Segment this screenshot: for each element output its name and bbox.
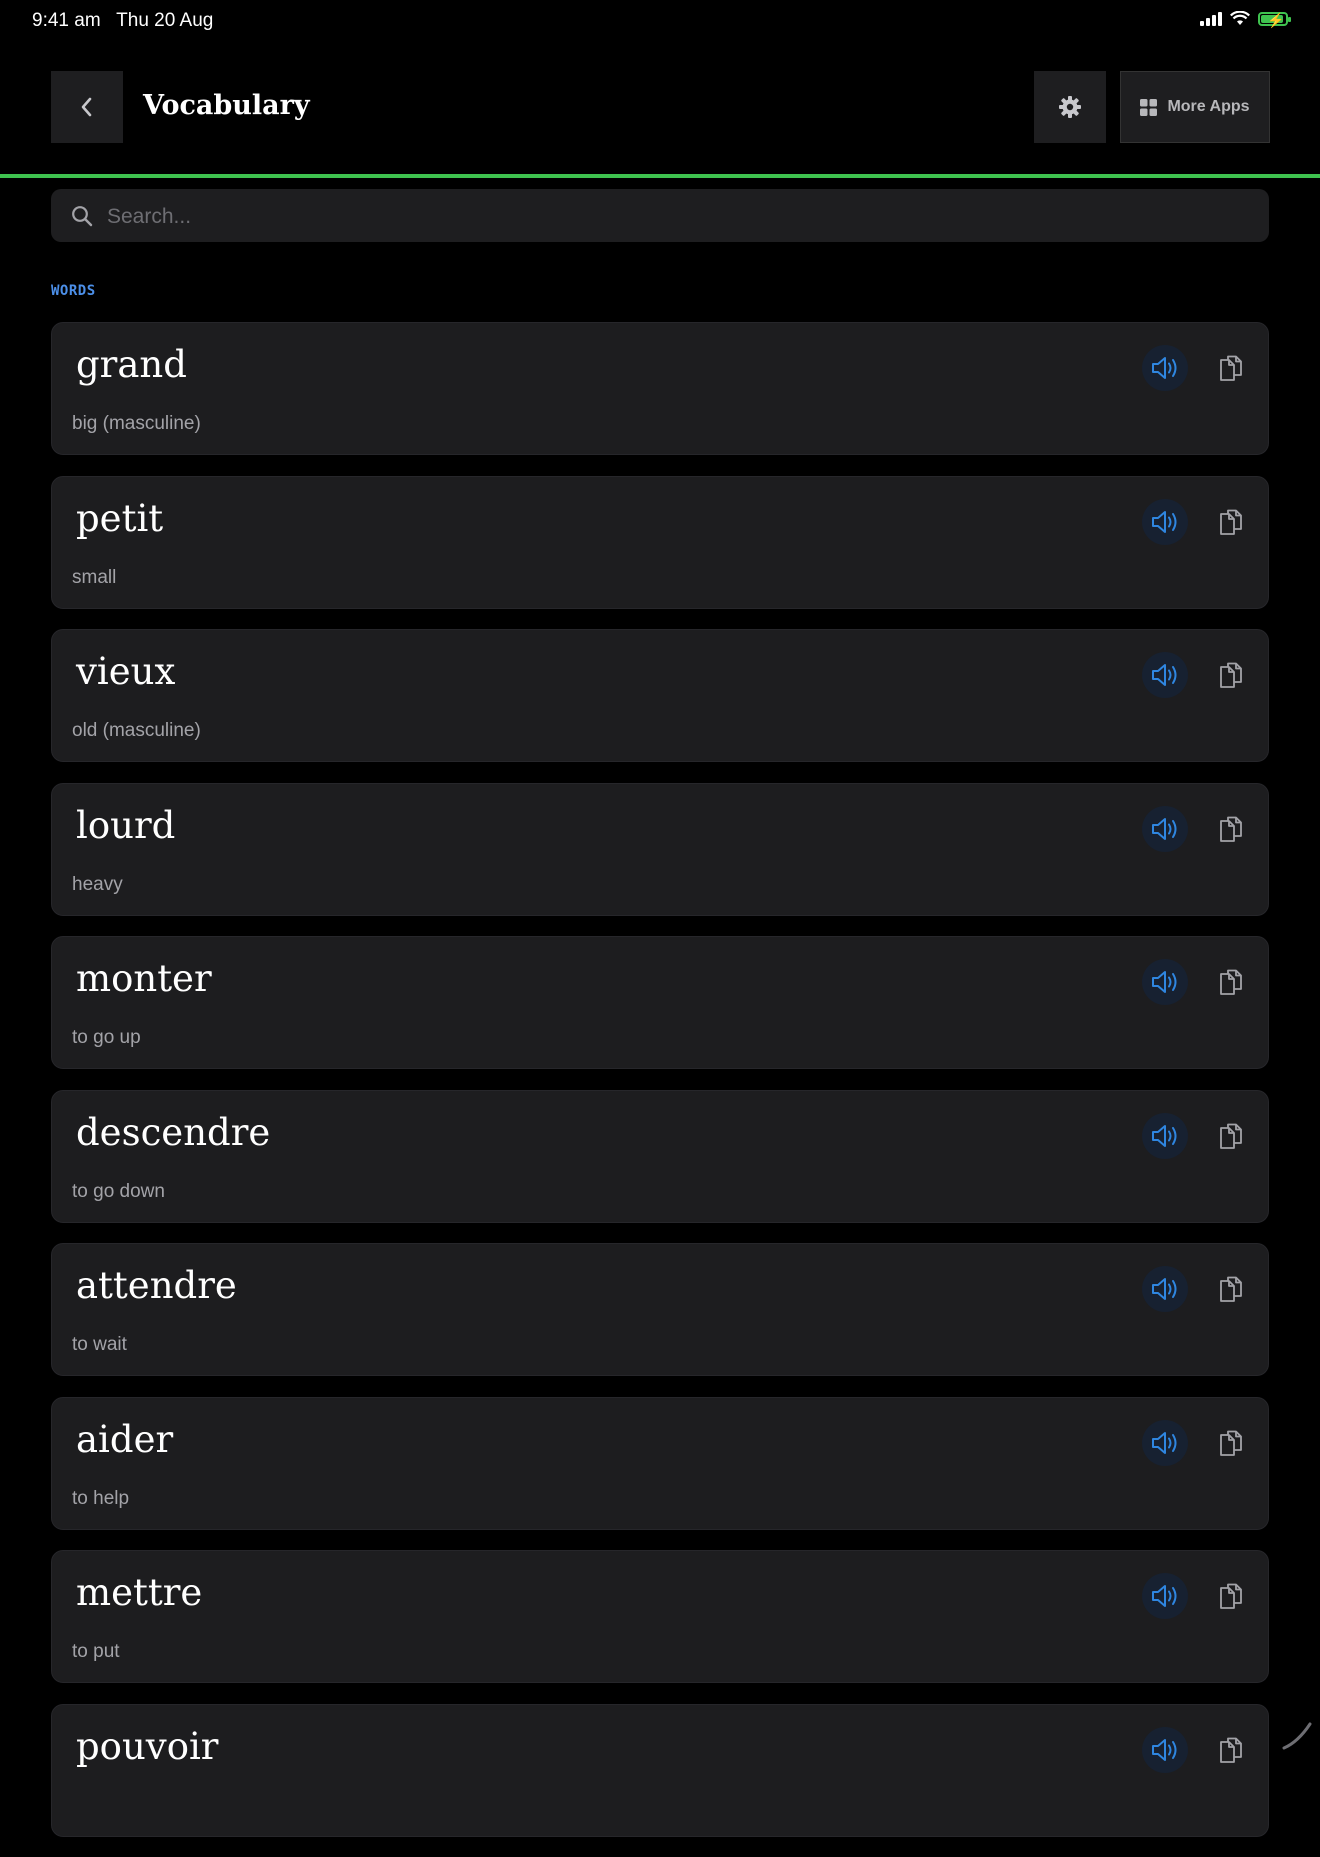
gear-icon [1059,96,1081,118]
speak-button[interactable] [1142,1419,1188,1466]
speak-button[interactable] [1142,1112,1188,1159]
copy-button[interactable] [1208,652,1254,698]
status-bar: 9:41 am Thu 20 Aug ⚡ [0,0,1320,40]
word-card[interactable]: monter to go up [51,936,1269,1069]
word-translation: to go up [72,1027,141,1048]
copy-icon [1220,1737,1242,1763]
copy-button[interactable] [1208,1573,1254,1619]
word-card[interactable]: lourd heavy [51,782,1269,916]
speak-button[interactable] [1142,959,1188,1005]
word-term: attendre [76,1264,237,1307]
speaker-icon [1152,971,1177,993]
page-title: Vocabulary [143,90,310,121]
copy-icon [1220,1276,1242,1302]
word-term: monter [76,957,212,1000]
speak-button[interactable] [1142,1573,1188,1619]
status-time: 9:41 am Thu 20 Aug [32,10,213,32]
speak-button[interactable] [1142,805,1188,852]
speaker-icon [1152,1738,1177,1761]
speak-button[interactable] [1142,652,1188,698]
word-card[interactable]: petit small [51,475,1269,609]
speak-button[interactable] [1142,1726,1188,1773]
word-term: pouvoir [76,1724,219,1768]
copy-button[interactable] [1208,1113,1254,1159]
word-translation: to go down [72,1180,165,1202]
status-clock: 9:41 am [32,10,101,31]
word-card[interactable]: pouvoir [51,1703,1269,1837]
word-term: vieux [76,650,176,693]
word-term: petit [76,496,164,540]
copy-icon [1220,969,1242,995]
copy-icon [1220,355,1242,381]
copy-button[interactable] [1208,499,1254,545]
copy-icon [1220,1123,1242,1149]
word-card[interactable]: descendre to go down [51,1089,1269,1223]
word-list: grand big (masculine) petit small vieux … [51,322,1269,1857]
status-date: Thu 20 Aug [116,10,214,31]
word-translation: old (masculine) [72,720,201,741]
word-term: aider [76,1417,174,1461]
section-label: WORDS [51,283,96,299]
word-translation: to wait [72,1334,127,1355]
wifi-icon [1230,11,1250,25]
word-card[interactable]: grand big (masculine) [51,322,1269,455]
speaker-icon [1152,1278,1177,1300]
copy-button[interactable] [1208,1266,1254,1312]
battery-icon: ⚡ [1258,11,1291,28]
copy-icon [1220,1430,1242,1456]
copy-button[interactable] [1208,1727,1254,1773]
copy-button[interactable] [1208,345,1254,391]
scroll-indicator-icon [1282,1722,1312,1750]
more-apps-button[interactable]: More Apps [1120,71,1270,143]
speak-button[interactable] [1142,1266,1188,1312]
word-card[interactable]: attendre to wait [51,1243,1269,1376]
copy-button[interactable] [1208,806,1254,852]
grid-icon [1140,98,1158,116]
speaker-icon [1152,817,1177,840]
word-card[interactable]: vieux old (masculine) [51,629,1269,762]
search-input[interactable] [105,189,1249,244]
word-term: lourd [76,803,176,847]
word-translation: heavy [72,873,123,895]
header-accent-line [0,174,1320,178]
back-button[interactable] [51,71,123,143]
copy-button[interactable] [1208,1420,1254,1466]
word-term: grand [76,343,187,386]
word-translation: to put [72,1641,120,1662]
word-card[interactable]: aider to help [51,1396,1269,1530]
speaker-icon [1152,357,1177,379]
speaker-icon [1152,1124,1177,1147]
search-icon [72,206,93,227]
speaker-icon [1152,1585,1177,1607]
cellular-signal-icon [1200,11,1222,26]
settings-button[interactable] [1034,71,1106,143]
copy-icon [1220,509,1242,535]
speaker-icon [1152,664,1177,686]
app-header: Vocabulary More Apps [0,40,1320,174]
copy-icon [1220,1583,1242,1609]
speak-button[interactable] [1142,345,1188,391]
word-translation: big (masculine) [72,413,201,434]
chevron-left-icon [81,97,92,117]
word-term: descendre [76,1110,271,1154]
word-term: mettre [76,1571,203,1614]
copy-icon [1220,816,1242,842]
word-translation: small [72,566,117,588]
copy-button[interactable] [1208,959,1254,1005]
speak-button[interactable] [1142,498,1188,545]
copy-icon [1220,662,1242,688]
more-apps-label: More Apps [1167,98,1250,115]
status-indicators: ⚡ [1200,11,1291,28]
speaker-icon [1152,1431,1177,1454]
search-bar [51,189,1269,244]
speaker-icon [1152,510,1177,533]
word-translation: to help [72,1487,130,1509]
word-card[interactable]: mettre to put [51,1550,1269,1683]
